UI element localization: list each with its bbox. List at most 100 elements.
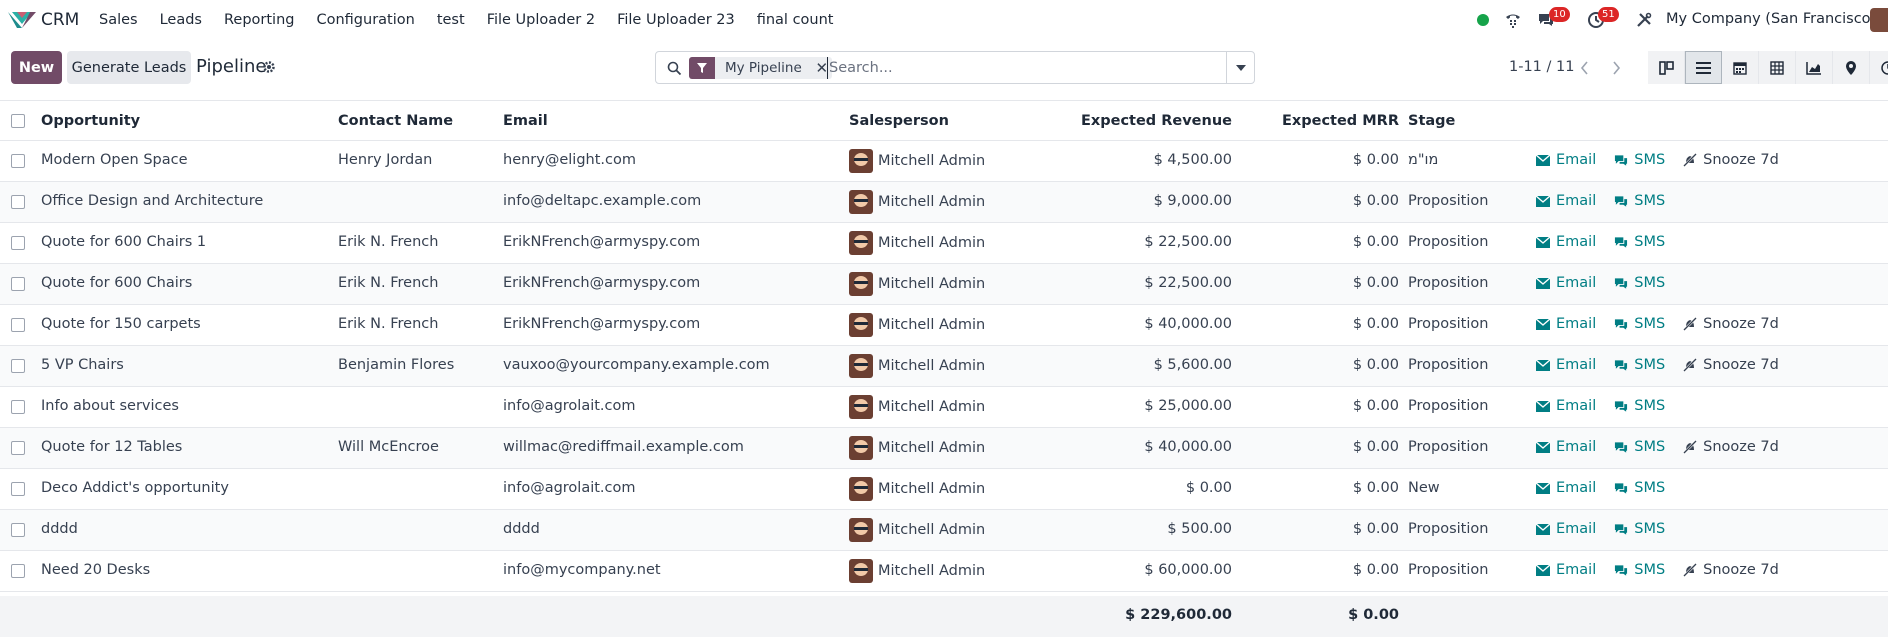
salesperson[interactable]: Mitchell Admin (849, 272, 985, 296)
header-salesperson[interactable]: Salesperson (849, 113, 949, 129)
sms-button[interactable]: SMS (1614, 316, 1665, 332)
email-button[interactable]: Email (1536, 398, 1596, 414)
generate-leads-button[interactable]: Generate Leads (67, 51, 191, 84)
phone-icon[interactable] (1502, 9, 1524, 31)
graph-view-icon[interactable] (1796, 51, 1833, 84)
table-row[interactable]: dddd dddd Mitchell Admin $ 500.00 $ 0.00 Prop… (0, 510, 1888, 551)
sms-button[interactable]: SMS (1614, 562, 1665, 578)
search-icon[interactable] (667, 61, 682, 76)
kanban-view-icon[interactable] (1648, 51, 1685, 84)
calendar-view-icon[interactable] (1722, 51, 1759, 84)
row-checkbox[interactable] (11, 359, 25, 373)
email-button[interactable]: Email (1536, 193, 1596, 209)
pager-value[interactable]: 1-11 / 11 (1509, 59, 1574, 75)
snooze-button[interactable]: Snooze 7d (1683, 439, 1779, 455)
table-row[interactable]: Deco Addict's opportunity info@agrolait.c… (0, 469, 1888, 510)
row-checkbox[interactable] (11, 441, 25, 455)
email-button[interactable]: Email (1536, 234, 1596, 250)
row-checkbox[interactable] (11, 154, 25, 168)
email-button[interactable]: Email (1536, 316, 1596, 332)
header-contact[interactable]: Contact Name (338, 113, 453, 129)
app-name[interactable]: CRM (41, 10, 79, 30)
table-row[interactable]: Info about services info@agrolait.com Mitc… (0, 387, 1888, 428)
opportunity-name[interactable]: dddd (41, 521, 78, 537)
opportunity-name[interactable]: Info about services (41, 398, 179, 414)
menu-item-reporting[interactable]: Reporting (224, 12, 295, 28)
status-online-icon[interactable] (1477, 14, 1489, 26)
email-button[interactable]: Email (1536, 521, 1596, 537)
tools-icon[interactable] (1633, 9, 1655, 31)
table-row[interactable]: Modern Open Space Henry Jordan henry@eligh… (0, 141, 1888, 182)
row-checkbox[interactable] (11, 523, 25, 537)
row-checkbox[interactable] (11, 482, 25, 496)
sms-button[interactable]: SMS (1614, 521, 1665, 537)
menu-item-leads[interactable]: Leads (160, 12, 202, 28)
opportunity-name[interactable]: Quote for 600 Chairs 1 (41, 234, 206, 250)
salesperson[interactable]: Mitchell Admin (849, 477, 985, 501)
sms-button[interactable]: SMS (1614, 357, 1665, 373)
row-checkbox[interactable] (11, 195, 25, 209)
map-view-icon[interactable] (1833, 51, 1870, 84)
search-input[interactable] (827, 57, 1217, 79)
salesperson[interactable]: Mitchell Admin (849, 313, 985, 337)
salesperson[interactable]: Mitchell Admin (849, 559, 985, 583)
sms-button[interactable]: SMS (1614, 275, 1665, 291)
opportunity-name[interactable]: Modern Open Space (41, 152, 188, 168)
opportunity-name[interactable]: Quote for 150 carpets (41, 316, 201, 332)
row-checkbox[interactable] (11, 564, 25, 578)
opportunity-name[interactable]: Quote for 12 Tables (41, 439, 182, 455)
salesperson[interactable]: Mitchell Admin (849, 231, 985, 255)
chevron-right-icon[interactable] (1601, 52, 1631, 83)
email-button[interactable]: Email (1536, 562, 1596, 578)
table-row[interactable]: Office Design and Architecture info@delta… (0, 182, 1888, 223)
activity-view-icon[interactable] (1870, 51, 1888, 84)
salesperson[interactable]: Mitchell Admin (849, 354, 985, 378)
header-revenue[interactable]: Expected Revenue (1081, 113, 1232, 129)
table-row[interactable]: Quote for 600 Chairs Erik N. French ErikNF… (0, 264, 1888, 305)
sms-button[interactable]: SMS (1614, 152, 1665, 168)
crm-logo-icon[interactable] (8, 10, 36, 30)
email-button[interactable]: Email (1536, 152, 1596, 168)
sms-button[interactable]: SMS (1614, 193, 1665, 209)
opportunity-name[interactable]: Need 20 Desks (41, 562, 150, 578)
select-all-checkbox[interactable] (11, 114, 25, 128)
snooze-button[interactable]: Snooze 7d (1683, 152, 1779, 168)
pivot-view-icon[interactable] (1759, 51, 1796, 84)
header-email[interactable]: Email (503, 113, 548, 129)
company-switcher[interactable]: My Company (San Francisco) (1666, 11, 1876, 27)
opportunity-name[interactable]: 5 VP Chairs (41, 357, 124, 373)
table-row[interactable]: Quote for 12 Tables Will McEncroe willmac@… (0, 428, 1888, 469)
gear-icon[interactable] (262, 60, 276, 74)
new-button[interactable]: New (11, 51, 62, 84)
row-checkbox[interactable] (11, 400, 25, 414)
list-view-icon[interactable] (1685, 51, 1722, 84)
menu-item-file-uploader-2[interactable]: File Uploader 2 (487, 12, 595, 28)
menu-item-final-count[interactable]: final count (757, 12, 834, 28)
header-stage[interactable]: Stage (1408, 113, 1455, 129)
opportunity-name[interactable]: Deco Addict's opportunity (41, 480, 229, 496)
menu-item-file-uploader-23[interactable]: File Uploader 23 (617, 12, 735, 28)
user-avatar[interactable] (1870, 8, 1888, 32)
opportunity-name[interactable]: Office Design and Architecture (41, 193, 263, 209)
email-button[interactable]: Email (1536, 480, 1596, 496)
chevron-down-icon[interactable] (1226, 52, 1254, 83)
sms-button[interactable]: SMS (1614, 398, 1665, 414)
sms-button[interactable]: SMS (1614, 234, 1665, 250)
table-row[interactable]: Quote for 600 Chairs 1 Erik N. French Erik… (0, 223, 1888, 264)
snooze-button[interactable]: Snooze 7d (1683, 357, 1779, 373)
email-button[interactable]: Email (1536, 439, 1596, 455)
salesperson[interactable]: Mitchell Admin (849, 190, 985, 214)
chevron-left-icon[interactable] (1569, 52, 1599, 83)
salesperson[interactable]: Mitchell Admin (849, 436, 985, 460)
row-checkbox[interactable] (11, 236, 25, 250)
salesperson[interactable]: Mitchell Admin (849, 395, 985, 419)
salesperson[interactable]: Mitchell Admin (849, 518, 985, 542)
snooze-button[interactable]: Snooze 7d (1683, 316, 1779, 332)
email-button[interactable]: Email (1536, 275, 1596, 291)
snooze-button[interactable]: Snooze 7d (1683, 562, 1779, 578)
menu-item-test[interactable]: test (437, 12, 465, 28)
salesperson[interactable]: Mitchell Admin (849, 149, 985, 173)
menu-item-sales[interactable]: Sales (99, 12, 138, 28)
table-row[interactable]: 5 VP Chairs Benjamin Flores vauxoo@yourcom… (0, 346, 1888, 387)
email-button[interactable]: Email (1536, 357, 1596, 373)
